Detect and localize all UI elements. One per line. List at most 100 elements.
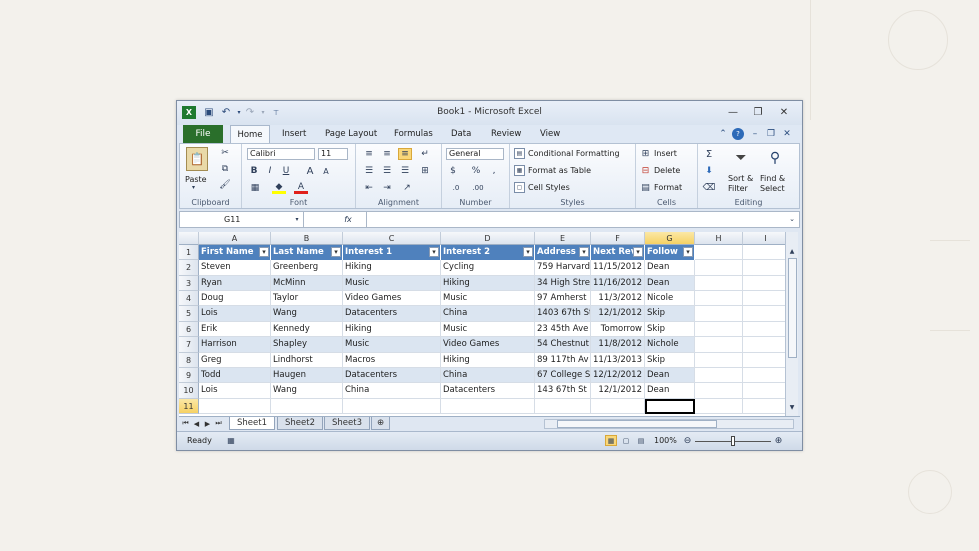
- table-header-cell[interactable]: Follow ▾: [645, 245, 695, 261]
- empty-cell[interactable]: [743, 321, 789, 338]
- table-cell[interactable]: 12/1/2012: [591, 306, 645, 322]
- table-cell[interactable]: Skip: [645, 352, 695, 368]
- empty-cell[interactable]: [695, 321, 743, 338]
- vertical-scroll-thumb[interactable]: [788, 258, 797, 358]
- currency-button[interactable]: $: [447, 165, 459, 177]
- table-cell[interactable]: Erik: [199, 321, 271, 338]
- sort-filter-icon[interactable]: ⏷: [731, 147, 751, 169]
- tab-home[interactable]: Home: [230, 125, 270, 144]
- paste-button[interactable]: Paste: [185, 175, 207, 184]
- table-cell[interactable]: Dean: [645, 367, 695, 384]
- row-header[interactable]: 6: [179, 321, 199, 338]
- column-header[interactable]: C: [343, 232, 441, 245]
- formula-input[interactable]: [366, 212, 786, 227]
- percent-button[interactable]: %: [470, 165, 482, 177]
- filter-dropdown-icon[interactable]: ▾: [523, 247, 533, 257]
- table-cell[interactable]: Harrison: [199, 337, 271, 353]
- help-icon[interactable]: ?: [732, 128, 744, 140]
- empty-cell[interactable]: [695, 398, 743, 414]
- zoom-level[interactable]: 100%: [654, 436, 677, 445]
- workbook-minimize-icon[interactable]: –: [749, 128, 761, 140]
- table-cell[interactable]: 11/3/2012: [591, 291, 645, 307]
- table-cell[interactable]: Lois: [199, 306, 271, 322]
- table-cell[interactable]: Hiking: [441, 275, 535, 292]
- align-center-icon[interactable]: ☰: [380, 165, 394, 177]
- table-cell[interactable]: Hiking: [343, 260, 441, 276]
- empty-cell[interactable]: [695, 245, 743, 261]
- tab-page-layout[interactable]: Page Layout: [325, 129, 377, 139]
- page-break-view-icon[interactable]: ▤: [635, 435, 647, 446]
- tab-review[interactable]: Review: [491, 129, 521, 139]
- row-header[interactable]: 8: [179, 352, 199, 368]
- table-cell[interactable]: 34 High Stre: [535, 275, 591, 292]
- empty-cell[interactable]: [695, 367, 743, 384]
- align-middle-icon[interactable]: ≡: [380, 148, 394, 160]
- last-sheet-icon[interactable]: ⏭: [214, 418, 223, 429]
- column-header[interactable]: E: [535, 232, 591, 245]
- conditional-formatting-button[interactable]: Conditional Formatting: [528, 149, 620, 158]
- table-cell[interactable]: McMinn: [271, 275, 343, 292]
- table-cell[interactable]: Datacenters: [343, 367, 441, 384]
- normal-view-icon[interactable]: ▦: [605, 435, 617, 446]
- table-cell[interactable]: Music: [441, 291, 535, 307]
- table-cell[interactable]: Haugen: [271, 367, 343, 384]
- font-size-combo[interactable]: 11: [318, 148, 348, 160]
- filter-dropdown-icon[interactable]: ▾: [331, 247, 341, 257]
- sort-filter-button[interactable]: Sort &: [728, 174, 753, 183]
- column-header[interactable]: I: [743, 232, 789, 245]
- table-cell[interactable]: 97 Amherst: [535, 291, 591, 307]
- filter-dropdown-icon[interactable]: ▾: [683, 247, 693, 257]
- format-cells-icon[interactable]: ▤: [640, 182, 651, 193]
- table-cell[interactable]: Wang: [271, 306, 343, 322]
- table-cell[interactable]: Shapley: [271, 337, 343, 353]
- table-cell[interactable]: 54 Chestnut: [535, 337, 591, 353]
- cut-icon[interactable]: ✂: [218, 147, 232, 159]
- paste-icon[interactable]: 📋: [186, 147, 208, 171]
- scroll-down-icon[interactable]: ▼: [787, 402, 797, 412]
- horizontal-scroll-thumb[interactable]: [557, 420, 717, 428]
- row-header[interactable]: 11: [179, 398, 199, 414]
- find-select-button-line2[interactable]: Select: [760, 184, 785, 193]
- name-box-dropdown-icon[interactable]: ▾: [292, 214, 302, 224]
- empty-cell[interactable]: [695, 291, 743, 307]
- empty-cell[interactable]: [743, 306, 789, 322]
- insert-cells-icon[interactable]: ⊞: [640, 148, 651, 159]
- table-cell[interactable]: 12/1/2012: [591, 383, 645, 399]
- table-cell[interactable]: China: [343, 383, 441, 399]
- column-header[interactable]: F: [591, 232, 645, 245]
- cell-styles-icon[interactable]: ▢: [514, 182, 525, 193]
- table-cell[interactable]: Video Games: [343, 291, 441, 307]
- tab-view[interactable]: View: [540, 129, 560, 139]
- find-select-icon[interactable]: ⚲: [764, 147, 786, 169]
- row-header[interactable]: 2: [179, 260, 199, 276]
- tab-insert[interactable]: Insert: [282, 129, 306, 139]
- wrap-text-icon[interactable]: ↵: [418, 148, 432, 160]
- empty-cell[interactable]: [743, 337, 789, 353]
- workbook-restore-icon[interactable]: ❐: [765, 128, 777, 140]
- horizontal-scrollbar[interactable]: [544, 419, 794, 429]
- vertical-scrollbar[interactable]: ▲ ▼: [785, 232, 798, 416]
- empty-cell[interactable]: [743, 367, 789, 384]
- table-cell[interactable]: 11/16/2012: [591, 275, 645, 292]
- minimize-ribbon-icon[interactable]: ⌃: [717, 128, 729, 140]
- table-cell[interactable]: 11/15/2012: [591, 260, 645, 276]
- align-top-icon[interactable]: ≡: [362, 148, 376, 160]
- table-cell[interactable]: Dean: [645, 383, 695, 399]
- format-painter-icon[interactable]: 🖌: [218, 179, 232, 191]
- table-cell[interactable]: 11/8/2012: [591, 337, 645, 353]
- table-cell[interactable]: Steven: [199, 260, 271, 276]
- page-layout-view-icon[interactable]: ▢: [620, 435, 632, 446]
- table-cell[interactable]: Skip: [645, 306, 695, 322]
- close-button[interactable]: ✕: [773, 105, 795, 119]
- table-header-cell[interactable]: First Name ▾: [199, 245, 271, 261]
- clear-icon[interactable]: ⌫: [703, 182, 716, 194]
- table-cell[interactable]: Dean: [645, 275, 695, 292]
- shrink-font-button[interactable]: A: [320, 165, 332, 177]
- table-cell[interactable]: 89 117th Av: [535, 352, 591, 368]
- table-cell[interactable]: Taylor: [271, 291, 343, 307]
- row-header[interactable]: 4: [179, 291, 199, 307]
- table-cell[interactable]: Wang: [271, 383, 343, 399]
- tab-data[interactable]: Data: [451, 129, 471, 139]
- grow-font-button[interactable]: A: [304, 165, 316, 177]
- orientation-icon[interactable]: ↗: [400, 182, 414, 194]
